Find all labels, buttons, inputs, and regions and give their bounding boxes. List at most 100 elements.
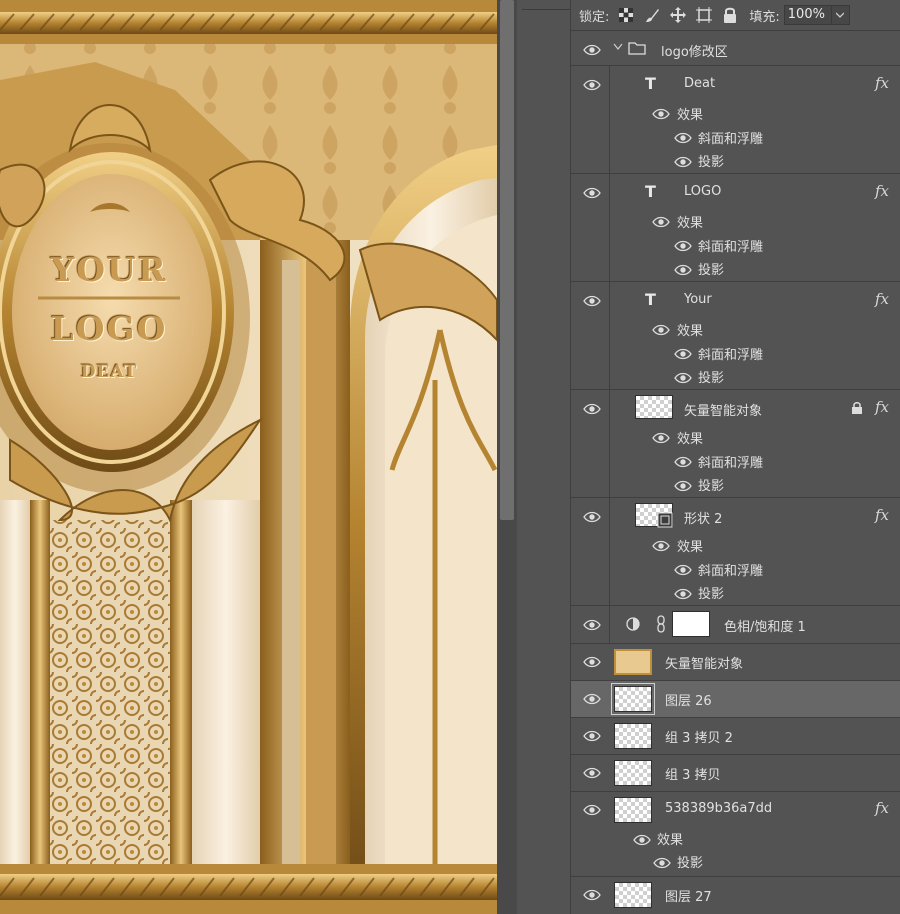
layer-name: 组 3 拷贝 2: [665, 731, 733, 746]
layer-row-your[interactable]: T Your fx 效果 斜面和浮雕 投影: [571, 282, 900, 389]
layer-row-vector-smart-object-2[interactable]: 矢量智能对象: [571, 644, 900, 680]
chevron-down-icon[interactable]: [613, 43, 623, 51]
layer-row-shape-2[interactable]: 形状 2 fx 效果 斜面和浮雕 投影: [571, 498, 900, 605]
lock-image-pixels-icon[interactable]: [643, 6, 661, 24]
effects-visibility-eye-icon[interactable]: [652, 539, 670, 553]
fx-icon[interactable]: fx: [875, 74, 889, 92]
effect-visibility-eye-icon[interactable]: [674, 347, 692, 361]
layer-thumbnail[interactable]: [614, 882, 652, 908]
layer-name: 组 3 拷贝: [665, 768, 721, 783]
fx-icon[interactable]: fx: [875, 398, 889, 416]
effect-drop-shadow[interactable]: 投影: [698, 259, 724, 278]
effect-visibility-eye-icon[interactable]: [674, 239, 692, 253]
visibility-eye-icon[interactable]: [583, 766, 601, 780]
visibility-eye-icon[interactable]: [583, 655, 601, 669]
effect-visibility-eye-icon[interactable]: [674, 155, 692, 169]
layer-row-group-3-copy[interactable]: 组 3 拷贝: [571, 755, 900, 791]
layer-name: 矢量智能对象: [684, 404, 763, 419]
effect-drop-shadow[interactable]: 投影: [677, 852, 703, 871]
layer-thumbnail[interactable]: [614, 760, 652, 786]
effect-bevel-emboss[interactable]: 斜面和浮雕: [698, 128, 763, 147]
lock-icon: [852, 402, 862, 414]
effect-drop-shadow[interactable]: 投影: [698, 367, 724, 386]
layer-thumbnail[interactable]: [614, 797, 652, 823]
group-indent-line: [609, 498, 610, 605]
fx-icon[interactable]: fx: [875, 290, 889, 308]
text-layer-icon: T: [645, 290, 656, 309]
effect-drop-shadow[interactable]: 投影: [698, 475, 724, 494]
layer-row-layer-26[interactable]: 图层 26: [571, 681, 900, 717]
effect-visibility-eye-icon[interactable]: [674, 371, 692, 385]
fx-icon[interactable]: fx: [875, 799, 889, 817]
effects-visibility-eye-icon[interactable]: [652, 215, 670, 229]
effects-visibility-eye-icon[interactable]: [652, 323, 670, 337]
layer-row-logo[interactable]: T LOGO fx 效果 斜面和浮雕 投影: [571, 174, 900, 281]
layer-row-538389b36a7dd[interactable]: 538389b36a7dd fx 效果 投影: [571, 792, 900, 876]
document-canvas[interactable]: YOUR LOGO DEAT: [0, 0, 497, 914]
visibility-eye-icon[interactable]: [583, 43, 601, 57]
layer-mask-thumbnail[interactable]: [672, 611, 710, 637]
layer-row-deat[interactable]: T Deat fx 效果 斜面和浮雕 投影: [571, 66, 900, 173]
canvas-scrollbar-thumb[interactable]: [500, 0, 514, 520]
group-indent-line: [609, 390, 610, 497]
lock-bar: 锁定: 填充: 100%: [571, 0, 900, 30]
chain-link-icon[interactable]: [656, 615, 666, 633]
effects-label: 效果: [677, 108, 704, 123]
visibility-eye-icon[interactable]: [583, 692, 601, 706]
effect-drop-shadow[interactable]: 投影: [698, 151, 724, 170]
effect-visibility-eye-icon[interactable]: [674, 263, 692, 277]
fx-icon[interactable]: fx: [875, 182, 889, 200]
fx-icon[interactable]: fx: [875, 506, 889, 524]
logo-text-logo: LOGO: [50, 309, 168, 348]
effect-visibility-eye-icon[interactable]: [674, 563, 692, 577]
layer-thumbnail[interactable]: [614, 649, 652, 675]
layers-panel: 锁定: 填充: 100% logo修改区 T Deat fx 效果 斜面和浮雕 …: [570, 0, 900, 914]
layer-thumbnail[interactable]: [635, 395, 673, 419]
effect-visibility-eye-icon[interactable]: [674, 587, 692, 601]
layer-thumbnail[interactable]: [611, 683, 655, 715]
layer-thumbnail[interactable]: [614, 723, 652, 749]
effect-drop-shadow[interactable]: 投影: [698, 583, 724, 602]
visibility-eye-icon[interactable]: [583, 803, 601, 817]
visibility-eye-icon[interactable]: [583, 78, 601, 92]
effects-visibility-eye-icon[interactable]: [652, 107, 670, 121]
group-indent-line: [609, 174, 610, 281]
visibility-eye-icon[interactable]: [583, 294, 601, 308]
visibility-eye-icon[interactable]: [583, 186, 601, 200]
effect-visibility-eye-icon[interactable]: [674, 455, 692, 469]
visibility-eye-icon[interactable]: [583, 402, 601, 416]
effects-visibility-eye-icon[interactable]: [652, 431, 670, 445]
effect-visibility-eye-icon[interactable]: [653, 856, 671, 870]
effect-bevel-emboss[interactable]: 斜面和浮雕: [698, 452, 763, 471]
lock-all-icon[interactable]: [721, 6, 739, 24]
visibility-eye-icon[interactable]: [583, 618, 601, 632]
group-indent-line: [609, 606, 610, 643]
effect-bevel-emboss[interactable]: 斜面和浮雕: [698, 236, 763, 255]
visibility-eye-icon[interactable]: [583, 729, 601, 743]
lock-artboard-icon[interactable]: [695, 6, 713, 24]
lock-position-icon[interactable]: [669, 6, 687, 24]
effects-visibility-eye-icon[interactable]: [633, 833, 651, 847]
layer-name: 538389b36a7dd: [665, 801, 773, 816]
dock-divider: [522, 0, 570, 10]
effect-bevel-emboss[interactable]: 斜面和浮雕: [698, 344, 763, 363]
shape-layer-icon: [657, 512, 673, 528]
layer-name: 色相/饱和度 1: [724, 620, 806, 635]
layer-name: Deat: [684, 76, 716, 91]
effect-bevel-emboss[interactable]: 斜面和浮雕: [698, 560, 763, 579]
layer-name: Your: [684, 292, 712, 307]
fill-opacity-input[interactable]: 100%: [783, 5, 832, 25]
layer-name: logo修改区: [661, 45, 728, 60]
layer-row-group-3-copy-2[interactable]: 组 3 拷贝 2: [571, 718, 900, 754]
layer-row-hue-saturation[interactable]: 色相/饱和度 1: [571, 606, 900, 643]
lock-transparent-pixels-icon[interactable]: [617, 6, 635, 24]
visibility-eye-icon[interactable]: [583, 510, 601, 524]
fill-dropdown-button[interactable]: [831, 5, 850, 25]
visibility-eye-icon[interactable]: [583, 888, 601, 902]
effect-visibility-eye-icon[interactable]: [674, 131, 692, 145]
layer-row-layer-27[interactable]: 图层 27: [571, 877, 900, 914]
chevron-down-icon: [836, 12, 845, 18]
layer-row-vector-smart-object[interactable]: 矢量智能对象 fx 效果 斜面和浮雕 投影: [571, 390, 900, 497]
layer-row-group-logo[interactable]: logo修改区: [571, 31, 900, 65]
effect-visibility-eye-icon[interactable]: [674, 479, 692, 493]
